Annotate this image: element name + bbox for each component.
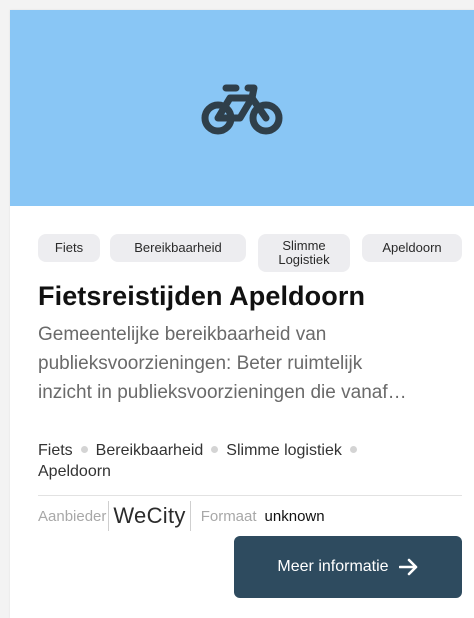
dataset-card: Fiets Bereikbaarheid Slimme Logistiek Ap… (10, 10, 474, 618)
format-label: Formaat (200, 507, 257, 525)
keyword-list: Fiets Bereikbaarheid Slimme logistiek Apel… (38, 440, 458, 482)
tag-apeldoorn[interactable]: Apeldoorn (362, 234, 462, 262)
card-meta: Aanbieder WeCity Formaat unknown (38, 500, 325, 532)
keyword-slimme-logistiek: Slimme logistiek (226, 442, 342, 459)
divider (38, 495, 462, 496)
keyword-fiets: Fiets (38, 442, 73, 459)
bicycle-icon (201, 84, 283, 135)
card-hero (10, 10, 474, 206)
keyword-bereikbaarheid: Bereikbaarheid (95, 442, 204, 459)
separator-dot (349, 446, 357, 453)
more-info-label: Meer informatie (277, 558, 389, 575)
arrow-right-icon (398, 558, 417, 576)
format-value: unknown (264, 507, 325, 525)
card-description: Gemeentelijke bereikbaarheid van publiek… (38, 320, 458, 407)
description-line: Gemeentelijke bereikbaarheid van (38, 324, 327, 345)
more-info-button[interactable]: Meer informatie (234, 536, 462, 598)
separator-dot (211, 446, 219, 453)
separator-dot (80, 446, 88, 453)
keyword-apeldoorn: Apeldoorn (38, 463, 111, 480)
tag-slimme-logistiek[interactable]: Slimme Logistiek (258, 234, 350, 272)
description-line: inzicht in publieksvoorzieningen die van… (38, 382, 407, 403)
provider-label: Aanbieder (38, 507, 107, 525)
provider-logo: WeCity (108, 501, 191, 531)
description-line: publieksvoorzieningen: Beter ruimtelijk (38, 353, 363, 374)
tag-fiets[interactable]: Fiets (38, 234, 100, 262)
card-title[interactable]: Fietsreistijden Apeldoorn (38, 281, 365, 312)
tag-bereikbaarheid[interactable]: Bereikbaarheid (110, 234, 246, 262)
